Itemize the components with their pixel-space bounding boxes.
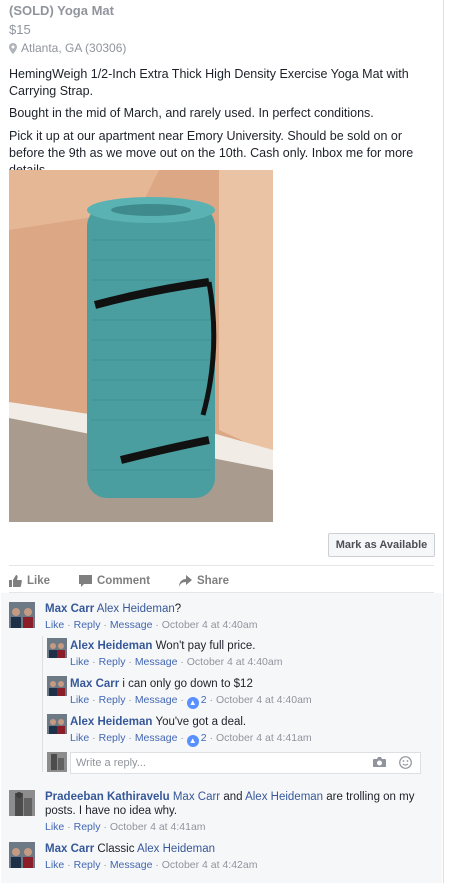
camera-icon[interactable]: [373, 757, 386, 768]
location-text: Atlanta, GA (30306): [21, 41, 127, 55]
comment-like-link[interactable]: Like: [70, 732, 89, 744]
comment-meta: Like · Reply · Message · October 4 at 4:…: [45, 859, 258, 871]
like-label: Like: [27, 575, 51, 587]
comment-text: Won't pay full price.: [155, 640, 256, 652]
reply-comment: Max Carr i can only go down to $12 Like …: [70, 677, 430, 709]
reply-placeholder: Write a reply...: [76, 757, 146, 769]
comment-reply-link[interactable]: Reply: [74, 859, 101, 871]
comment-conjunction: and: [223, 791, 243, 803]
post-actions: Like Comment Share: [9, 572, 434, 590]
like-button[interactable]: Like: [9, 575, 79, 587]
comment-author[interactable]: Max Carr: [45, 603, 94, 615]
comment-timestamp[interactable]: October 4 at 4:40am: [216, 694, 312, 706]
comment-timestamp[interactable]: October 4 at 4:41am: [110, 821, 206, 833]
comment-meta: Like · Reply · Message · ▲ 2 · October 4 …: [70, 694, 312, 709]
comment-meta: Like · Reply · Message · October 4 at 4:…: [70, 656, 283, 668]
comment-timestamp[interactable]: October 4 at 4:40am: [187, 656, 283, 668]
comment-label: Comment: [97, 575, 151, 587]
comment-text: ?: [174, 603, 182, 615]
comment-like-link[interactable]: Like: [45, 859, 64, 871]
comment-message-link[interactable]: Message: [135, 656, 178, 668]
like-badge-icon[interactable]: ▲: [186, 735, 199, 747]
avatar[interactable]: [47, 714, 67, 734]
reply-input[interactable]: Write a reply...: [70, 752, 421, 774]
location-pin-icon: [9, 42, 17, 54]
comment-reply-link[interactable]: Reply: [74, 619, 101, 631]
comment-reply-link[interactable]: Reply: [99, 694, 126, 706]
comment-author[interactable]: Max Carr: [70, 678, 119, 690]
avatar[interactable]: [9, 790, 35, 816]
divider: [9, 565, 434, 566]
comment-reply-link[interactable]: Reply: [99, 732, 126, 744]
comment-text: You've got a deal.: [155, 716, 247, 728]
avatar[interactable]: [9, 602, 35, 628]
reply-comment: Alex Heideman Won't pay full price. Like…: [70, 639, 430, 669]
avatar[interactable]: [47, 638, 67, 658]
thumbs-up-icon: [9, 575, 22, 587]
comment-author[interactable]: Max Carr: [45, 843, 94, 855]
comment-like-count[interactable]: 2: [201, 732, 207, 744]
description-line-1: HemingWeigh 1/2-Inch Extra Thick High De…: [9, 67, 409, 98]
comment-like-link[interactable]: Like: [70, 694, 89, 706]
comment-timestamp[interactable]: October 4 at 4:41am: [216, 732, 312, 744]
reply-comment: Alex Heideman You've got a deal. Like · …: [70, 715, 430, 747]
comment-button[interactable]: Comment: [79, 575, 179, 587]
share-arrow-icon: [179, 575, 192, 587]
comment-mention[interactable]: Alex Heideman: [245, 791, 323, 803]
comment-icon: [79, 575, 92, 587]
listing-photo[interactable]: [9, 170, 273, 522]
comment-reply-link[interactable]: Reply: [99, 656, 126, 668]
comment-message-link[interactable]: Message: [135, 694, 178, 706]
comment-like-link[interactable]: Like: [70, 656, 89, 668]
comment-reply-link[interactable]: Reply: [74, 821, 101, 833]
comment-text: i can only go down to $12: [122, 678, 253, 690]
comment-author[interactable]: Pradeeban Kathiravelu: [45, 791, 170, 803]
comment-author[interactable]: Alex Heideman: [70, 640, 152, 652]
comment: Max Carr Classic Alex Heideman Like · Re…: [45, 842, 430, 872]
comment: Max Carr Alex Heideman? Like · Reply · M…: [45, 602, 430, 632]
comment-meta: Like · Reply · Message · ▲ 2 · October 4 …: [70, 732, 312, 747]
reply-thread-line: [42, 636, 43, 772]
comment-message-link[interactable]: Message: [135, 732, 178, 744]
avatar[interactable]: [47, 676, 67, 696]
comment: Pradeeban Kathiravelu Max Carr and Alex …: [45, 790, 430, 834]
share-label: Share: [197, 575, 229, 587]
comment-mention[interactable]: Alex Heideman: [97, 603, 175, 615]
comment-message-link[interactable]: Message: [110, 619, 153, 631]
comment-like-link[interactable]: Like: [45, 619, 64, 631]
share-button[interactable]: Share: [179, 575, 229, 587]
comment-meta: Like · Reply · October 4 at 4:41am: [45, 821, 206, 833]
mark-as-available-button[interactable]: Mark as Available: [328, 533, 435, 557]
description-line-2: Bought in the mid of March, and rarely u…: [9, 106, 374, 120]
comment-message-link[interactable]: Message: [110, 859, 153, 871]
avatar[interactable]: [9, 842, 35, 868]
listing-title: (SOLD) Yoga Mat: [9, 3, 114, 18]
comment-meta: Like · Reply · Message · October 4 at 4:…: [45, 619, 258, 631]
listing-location: Atlanta, GA (30306): [9, 41, 126, 55]
comment-like-link[interactable]: Like: [45, 821, 64, 833]
comment-mention[interactable]: Alex Heideman: [137, 843, 215, 855]
listing-price: $15: [9, 22, 31, 37]
comment-mention[interactable]: Max Carr: [173, 791, 220, 803]
avatar: [47, 752, 67, 772]
like-badge-icon[interactable]: ▲: [186, 697, 199, 709]
marketplace-post: (SOLD) Yoga Mat $15 Atlanta, GA (30306) …: [0, 0, 444, 883]
comment-author[interactable]: Alex Heideman: [70, 716, 152, 728]
comment-text: Classic: [97, 843, 135, 855]
comment-timestamp[interactable]: October 4 at 4:42am: [162, 859, 258, 871]
emoji-icon[interactable]: [399, 756, 412, 769]
comment-like-count[interactable]: 2: [201, 694, 207, 706]
comment-timestamp[interactable]: October 4 at 4:40am: [162, 619, 258, 631]
